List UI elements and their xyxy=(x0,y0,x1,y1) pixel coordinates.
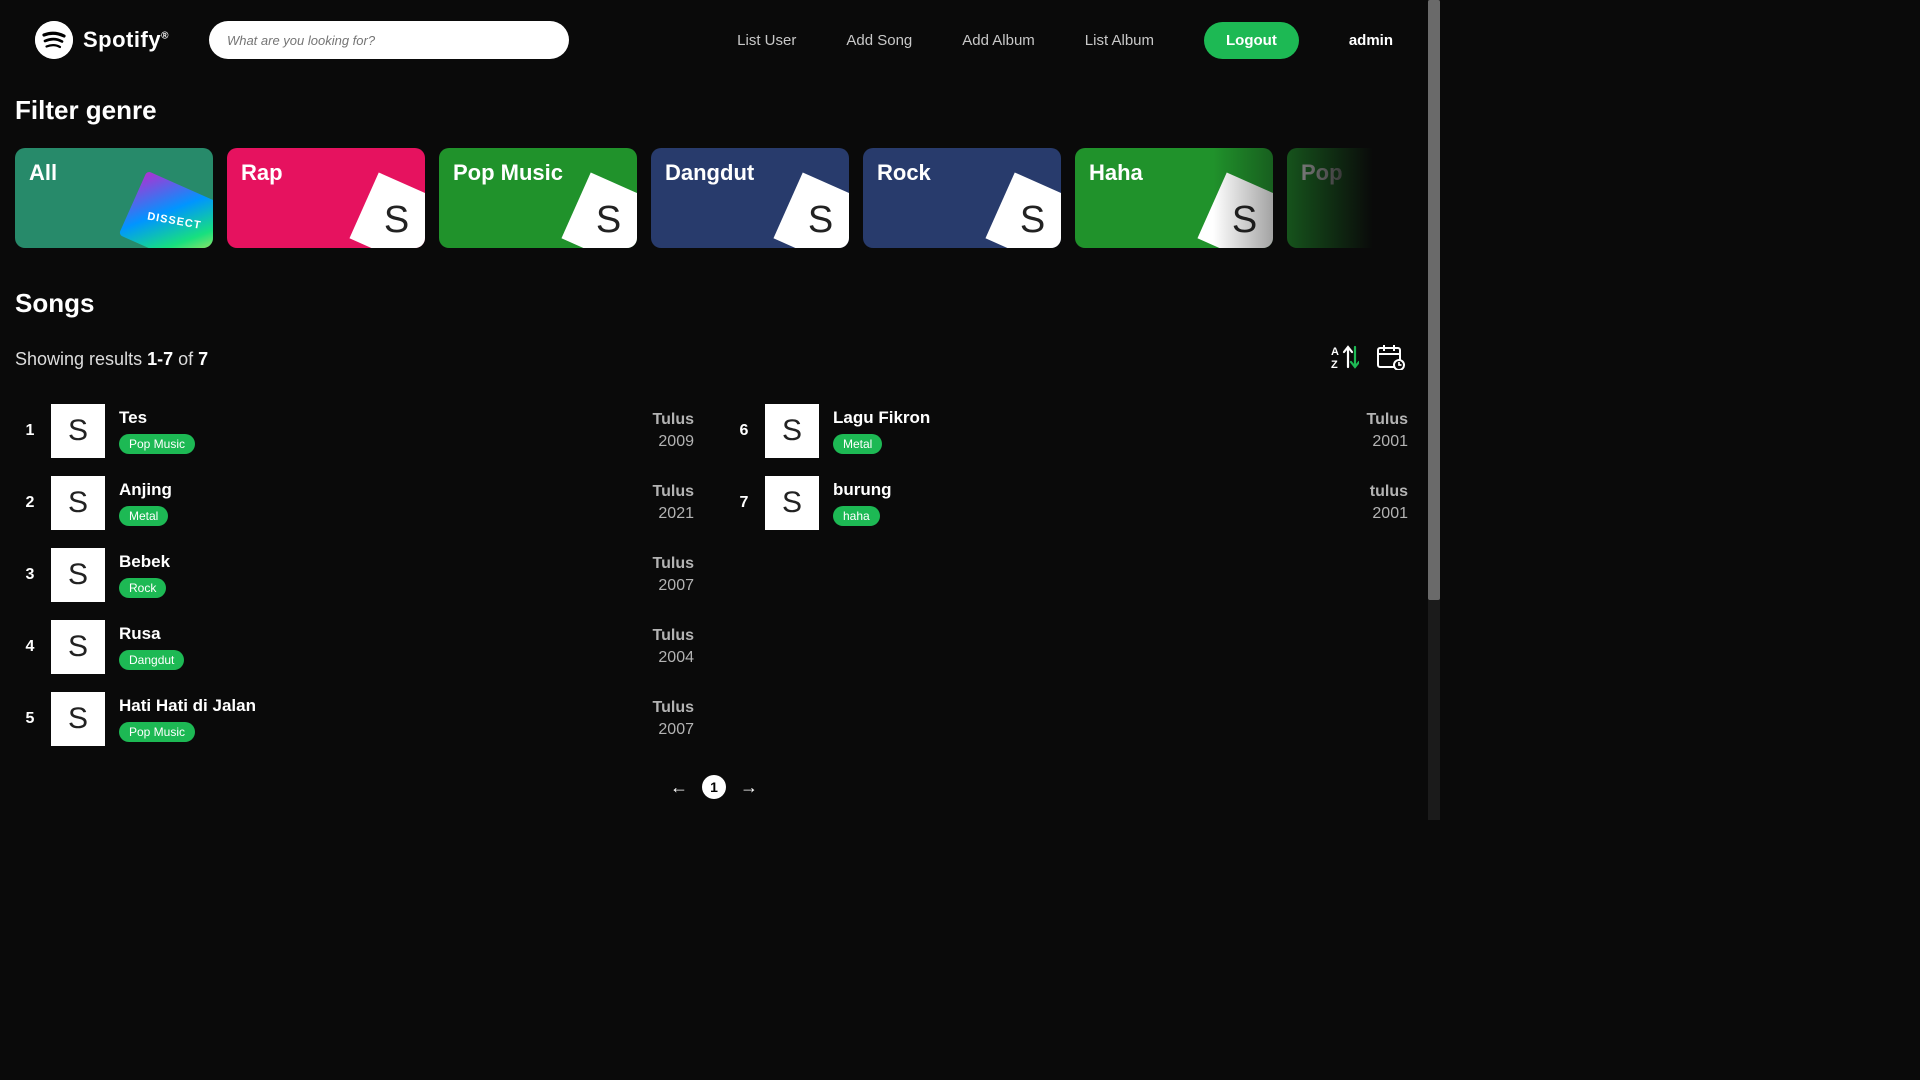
song-index: 1 xyxy=(15,422,45,440)
genre-card-label: Pop xyxy=(1301,160,1413,186)
song-index: 6 xyxy=(729,422,759,440)
song-index: 3 xyxy=(15,566,45,584)
song-artist: tulus xyxy=(1370,483,1408,501)
songs-heading: Songs xyxy=(15,288,1413,319)
song-row[interactable]: 7Sburung haha tulus 2001 xyxy=(729,467,1413,539)
page-prev-icon[interactable]: ← xyxy=(670,777,688,798)
scrollbar-thumb[interactable] xyxy=(1428,0,1440,600)
pagination: ← 1 → xyxy=(15,775,1413,799)
search-input[interactable] xyxy=(209,21,569,59)
nav-links: List User Add Song Add Album List Album … xyxy=(737,22,1393,59)
song-year: 2007 xyxy=(653,721,694,739)
song-art-placeholder: S xyxy=(51,620,105,674)
page-next-icon[interactable]: → xyxy=(740,777,758,798)
song-title: Rusa xyxy=(119,624,653,644)
genre-filter-row: AllDISSECTRapSPop MusicSDangdutSRockSHah… xyxy=(15,148,1413,248)
svg-text:A: A xyxy=(1331,346,1339,358)
spotify-icon xyxy=(35,21,73,59)
nav-add-song[interactable]: Add Song xyxy=(846,32,912,49)
song-year: 2001 xyxy=(1370,505,1408,523)
song-year: 2009 xyxy=(653,433,694,451)
song-row[interactable]: 6S Lagu Fikron Metal Tulus 2001 xyxy=(729,395,1413,467)
song-year: 2007 xyxy=(653,577,694,595)
page-number-1[interactable]: 1 xyxy=(702,775,726,799)
song-genre-pill: Pop Music xyxy=(119,722,195,742)
song-artist: Tulus xyxy=(653,411,694,429)
song-row[interactable]: 3S Bebek Rock Tulus 2007 xyxy=(15,539,699,611)
song-title: Tes xyxy=(119,408,653,428)
genre-card-all[interactable]: AllDISSECT xyxy=(15,148,213,248)
song-art-placeholder: S xyxy=(51,476,105,530)
song-index: 4 xyxy=(15,638,45,656)
song-artist: Tulus xyxy=(653,555,694,573)
logout-button[interactable]: Logout xyxy=(1204,22,1299,59)
nav-add-album[interactable]: Add Album xyxy=(962,32,1035,49)
song-title: Bebek xyxy=(119,552,653,572)
song-artist: Tulus xyxy=(653,627,694,645)
song-genre-pill: Dangdut xyxy=(119,650,184,670)
song-year: 2001 xyxy=(1367,433,1408,451)
song-index: 7 xyxy=(729,494,759,512)
song-title: Hati Hati di Jalan xyxy=(119,696,653,716)
logo[interactable]: Spotify® xyxy=(35,21,169,59)
song-art-placeholder: S xyxy=(51,548,105,602)
song-artist: Tulus xyxy=(653,483,694,501)
song-genre-pill: haha xyxy=(833,506,880,526)
song-genre-pill: Rock xyxy=(119,578,166,598)
song-genre-pill: Pop Music xyxy=(119,434,195,454)
header: Spotify® List User Add Song Add Album Li… xyxy=(15,20,1413,60)
results-count-text: Showing results 1-7 of 7 xyxy=(15,349,208,370)
genre-card-pop[interactable]: PopS xyxy=(1287,148,1413,248)
genre-card-rap[interactable]: RapS xyxy=(227,148,425,248)
song-title: Lagu Fikron xyxy=(833,408,1367,428)
nav-list-album[interactable]: List Album xyxy=(1085,32,1154,49)
song-index: 2 xyxy=(15,494,45,512)
song-genre-pill: Metal xyxy=(833,434,882,454)
song-title: Anjing xyxy=(119,480,653,500)
song-index: 5 xyxy=(15,710,45,728)
current-user-label: admin xyxy=(1349,32,1393,49)
genre-card-haha[interactable]: HahaS xyxy=(1075,148,1273,248)
song-row[interactable]: 1S Tes Pop Music Tulus 2009 xyxy=(15,395,699,467)
svg-text:Z: Z xyxy=(1331,359,1338,370)
filter-genre-heading: Filter genre xyxy=(15,95,1413,126)
song-year: 2004 xyxy=(653,649,694,667)
brand-wordmark: Spotify® xyxy=(83,27,169,53)
song-row[interactable]: 2S Anjing Metal Tulus 2021 xyxy=(15,467,699,539)
genre-card-pop-music[interactable]: Pop MusicS xyxy=(439,148,637,248)
song-genre-pill: Metal xyxy=(119,506,168,526)
song-row[interactable]: 4S Rusa Dangdut Tulus 2004 xyxy=(15,611,699,683)
song-title: burung xyxy=(833,480,1370,500)
song-art-placeholder: S xyxy=(51,692,105,746)
song-year: 2021 xyxy=(653,505,694,523)
sort-alpha-icon[interactable]: A Z xyxy=(1331,344,1359,375)
song-row[interactable]: 5S Hati Hati di Jalan Pop Music Tulus 2007 xyxy=(15,683,699,755)
song-artist: Tulus xyxy=(1367,411,1408,429)
song-art-placeholder: S xyxy=(765,476,819,530)
sort-date-icon[interactable] xyxy=(1377,344,1405,375)
song-art-placeholder: S xyxy=(51,404,105,458)
song-artist: Tulus xyxy=(653,699,694,717)
genre-card-rock[interactable]: RockS xyxy=(863,148,1061,248)
song-art-placeholder: S xyxy=(765,404,819,458)
scrollbar-track[interactable] xyxy=(1428,0,1440,820)
nav-list-user[interactable]: List User xyxy=(737,32,796,49)
genre-card-dangdut[interactable]: DangdutS xyxy=(651,148,849,248)
